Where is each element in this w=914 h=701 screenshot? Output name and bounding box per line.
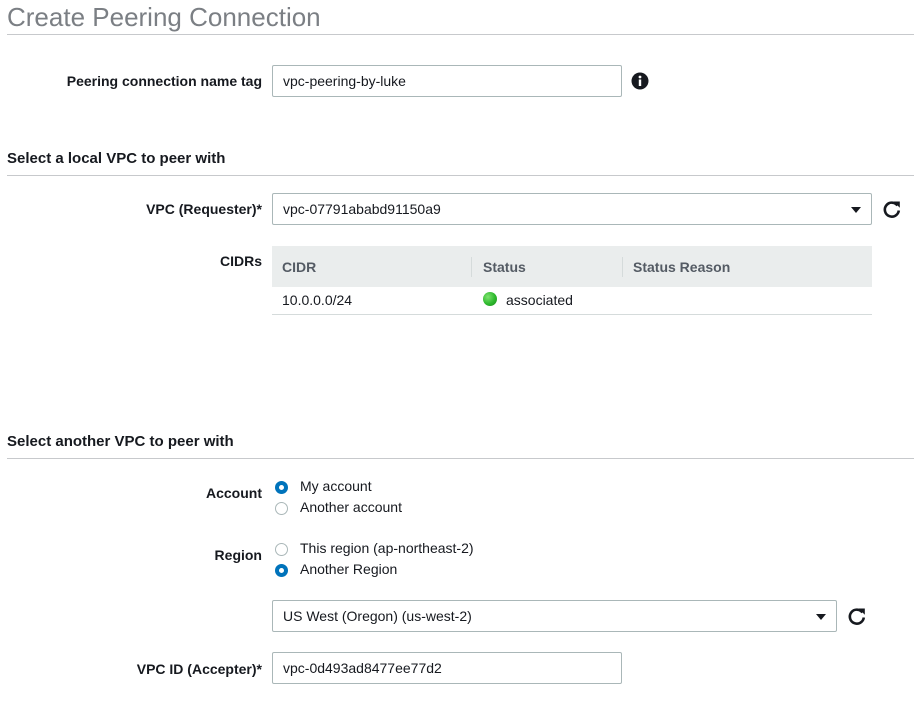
vpc-requester-select[interactable]: vpc-07791ababd91150a9 (272, 193, 872, 225)
refresh-icon[interactable] (847, 606, 867, 626)
column-separator (622, 257, 623, 277)
vpc-accepter-input[interactable] (272, 652, 622, 684)
account-label: Account (206, 485, 262, 501)
column-separator (471, 257, 472, 277)
account-option-my-account[interactable]: My account (300, 478, 372, 494)
refresh-icon[interactable] (882, 199, 902, 219)
chevron-down-icon (816, 614, 826, 620)
column-header-status-reason: Status Reason (633, 259, 731, 275)
status-cell: associated (506, 292, 573, 308)
region-option-this-region[interactable]: This region (ap-northeast-2) (300, 540, 474, 556)
name-tag-input[interactable] (272, 65, 622, 97)
local-section-divider (7, 175, 914, 176)
chevron-down-icon (851, 207, 861, 213)
account-option-another-account[interactable]: Another account (300, 499, 402, 515)
title-divider (7, 34, 914, 35)
region-select-value: US West (Oregon) (us-west-2) (283, 608, 472, 624)
column-header-status: Status (483, 259, 526, 275)
account-another-account-radio[interactable] (275, 502, 288, 515)
status-ok-icon (483, 292, 497, 306)
cidr-cell: 10.0.0.0/24 (282, 292, 353, 308)
vpc-accepter-label: VPC ID (Accepter)* (136, 661, 262, 677)
region-another-region-radio[interactable] (275, 564, 288, 577)
vpc-requester-label: VPC (Requester)* (146, 201, 262, 217)
info-icon[interactable] (631, 72, 649, 90)
cidrs-label: CIDRs (219, 253, 262, 269)
column-header-cidr: CIDR (282, 259, 317, 275)
region-select[interactable]: US West (Oregon) (us-west-2) (272, 600, 837, 632)
local-vpc-section-title: Select a local VPC to peer with (7, 150, 226, 167)
region-label: Region (214, 547, 262, 563)
cidr-table-header: CIDR Status Status Reason (272, 246, 872, 287)
region-this-region-radio[interactable] (275, 543, 288, 556)
account-my-account-radio[interactable] (275, 481, 288, 494)
another-section-divider (7, 458, 914, 459)
another-vpc-section-title: Select another VPC to peer with (7, 433, 234, 450)
table-row: 10.0.0.0/24 associated (272, 286, 872, 315)
vpc-requester-value: vpc-07791ababd91150a9 (283, 201, 441, 217)
name-tag-label: Peering connection name tag (66, 73, 262, 89)
region-option-another-region[interactable]: Another Region (300, 561, 397, 577)
page-title: Create Peering Connection (7, 2, 321, 32)
